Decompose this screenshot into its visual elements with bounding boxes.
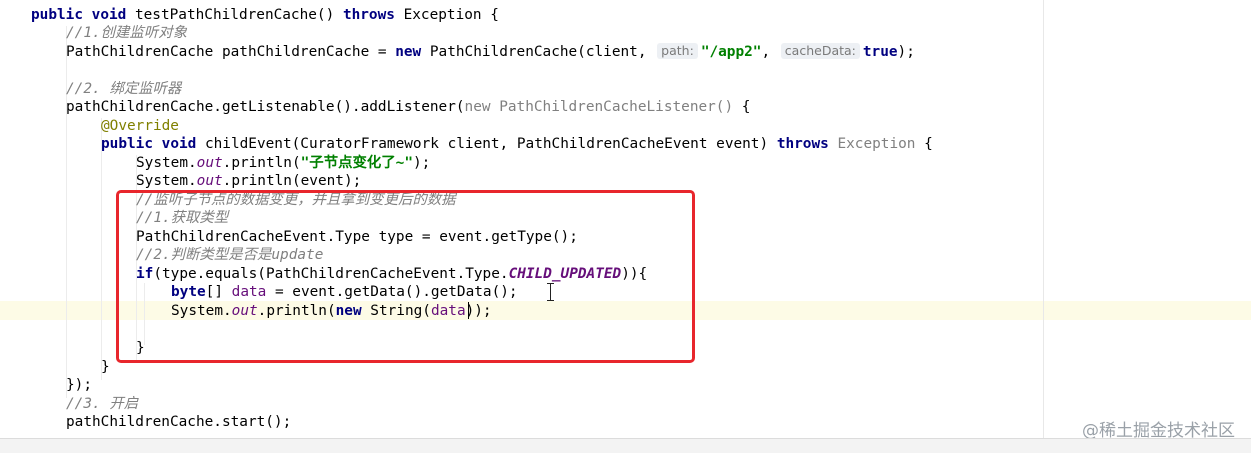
static-field: out [196, 155, 223, 171]
code-text: pathChildrenCache.start(); [66, 414, 292, 430]
code-text: .println( [222, 155, 301, 171]
code-text: PathChildrenCache(client, [421, 44, 656, 60]
annotation: @Override [101, 118, 179, 134]
code-line-println[interactable]: System.out.println(event); [136, 172, 361, 190]
code-text: } [101, 359, 110, 375]
keyword: public [101, 136, 153, 152]
code-text: ); [412, 155, 431, 171]
keyword: throws [776, 136, 829, 152]
keyword: void [91, 7, 127, 23]
keyword: public [31, 7, 83, 23]
code-line-start-cache[interactable]: pathChildrenCache.start(); [66, 413, 291, 431]
code-text: childEvent(CuratorFramework client, Path… [204, 136, 777, 152]
code-text: System. [136, 155, 197, 171]
red-highlight-annotation-box [116, 190, 695, 363]
keyword: throws [342, 7, 395, 23]
indent-guide [101, 118, 102, 380]
comment: //2. 绑定监听器 [66, 81, 182, 97]
parameter-hint: path: [657, 43, 698, 59]
class-name: Exception [828, 136, 916, 152]
breadcrumb-status-bar [0, 438, 1251, 453]
code-text: { [733, 99, 751, 115]
method-name: testPathChildrenCache() [134, 7, 335, 23]
code-line-comment[interactable]: //2. 绑定监听器 [66, 80, 181, 98]
code-text: , [761, 44, 779, 60]
keyword: new [464, 99, 491, 115]
parameter-hint: cacheData: [780, 43, 860, 59]
code-line-create-cache[interactable]: PathChildrenCache pathChildrenCache = ne… [66, 43, 915, 61]
right-margin-guide [1043, 0, 1044, 438]
keyword: void [161, 136, 197, 152]
code-line-println[interactable]: System.out.println("子节点变化了~"); [136, 154, 430, 172]
string-literal: "/app2" [700, 44, 762, 60]
code-text: ); [897, 44, 915, 60]
comment: //1.创建监听对象 [66, 25, 187, 41]
keyword: true [862, 44, 898, 60]
code-line-method-signature[interactable]: public void testPathChildrenCache() thro… [31, 6, 499, 24]
comment: //3. 开启 [66, 396, 139, 412]
code-text: }); [66, 377, 92, 393]
code-text: System. [136, 173, 197, 189]
code-line-closing-brace[interactable]: }); [66, 376, 92, 394]
code-text: Exception { [403, 7, 499, 23]
static-field: out [196, 173, 223, 189]
code-editor[interactable]: public void testPathChildrenCache() thro… [0, 0, 1251, 453]
string-literal: "子节点变化了~" [300, 155, 413, 171]
code-line-add-listener[interactable]: pathChildrenCache.getListenable().addLis… [66, 98, 750, 116]
code-line-closing-brace[interactable]: } [101, 358, 110, 376]
code-text: .println(event); [222, 173, 362, 189]
code-line-comment[interactable]: //3. 开启 [66, 395, 138, 413]
code-line-child-event[interactable]: public void childEvent(CuratorFramework … [101, 135, 933, 153]
code-text: pathChildrenCache.getListenable().addLis… [66, 99, 465, 115]
code-text: { [915, 136, 933, 152]
code-line-annotation[interactable]: @Override [101, 117, 179, 135]
class-name: PathChildrenCacheListener() [490, 99, 734, 115]
code-line-comment[interactable]: //1.创建监听对象 [66, 24, 187, 42]
keyword: new [395, 44, 422, 60]
code-text: PathChildrenCache pathChildrenCache = [66, 44, 396, 60]
